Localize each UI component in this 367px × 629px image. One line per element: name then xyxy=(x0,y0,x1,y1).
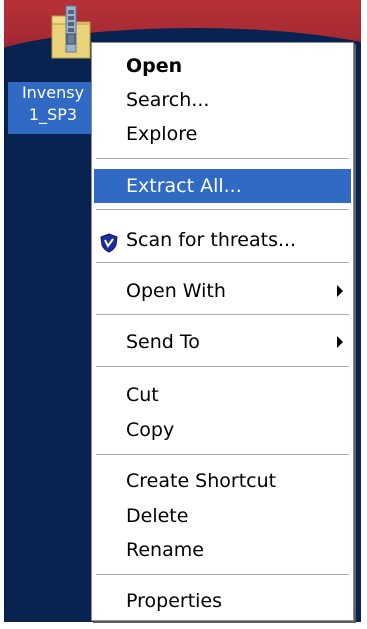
menu-item-open[interactable]: Open xyxy=(94,49,351,83)
menu-item-search[interactable]: Search... xyxy=(94,83,351,117)
menu-item-open-with[interactable]: Open With xyxy=(94,274,351,308)
menu-item-send-to-label: Send To xyxy=(126,331,200,353)
shield-icon xyxy=(100,230,118,253)
chevron-right-icon xyxy=(337,336,343,348)
menu-item-scan-label: Scan for threats... xyxy=(126,229,297,251)
menu-item-delete[interactable]: Delete xyxy=(94,499,351,533)
chevron-right-icon xyxy=(337,285,343,297)
zip-folder-icon[interactable] xyxy=(48,2,94,60)
menu-separator xyxy=(96,574,349,575)
menu-separator xyxy=(96,262,349,263)
menu-separator xyxy=(96,209,349,210)
menu-item-cut[interactable]: Cut xyxy=(94,378,351,412)
desktop-icon-label[interactable]: Invensy 1_SP3 xyxy=(8,82,98,134)
context-menu: Open Search... Explore Extract All... Sc… xyxy=(91,42,354,621)
menu-item-properties[interactable]: Properties xyxy=(94,584,351,618)
menu-separator xyxy=(96,366,349,367)
menu-separator xyxy=(96,158,349,159)
menu-item-scan-for-threats[interactable]: Scan for threats... xyxy=(94,223,351,257)
menu-item-send-to[interactable]: Send To xyxy=(94,325,351,359)
desktop-icon-label-line1: Invensy xyxy=(21,83,85,102)
menu-item-rename[interactable]: Rename xyxy=(94,533,351,567)
menu-item-open-with-label: Open With xyxy=(126,280,226,302)
menu-item-explore[interactable]: Explore xyxy=(94,117,351,151)
menu-separator xyxy=(96,314,349,315)
menu-item-create-shortcut[interactable]: Create Shortcut xyxy=(94,464,351,498)
menu-item-extract-all[interactable]: Extract All... xyxy=(94,169,351,203)
desktop-icon-label-line2: 1_SP3 xyxy=(28,105,78,124)
menu-separator xyxy=(96,454,349,455)
menu-item-copy[interactable]: Copy xyxy=(94,413,351,447)
